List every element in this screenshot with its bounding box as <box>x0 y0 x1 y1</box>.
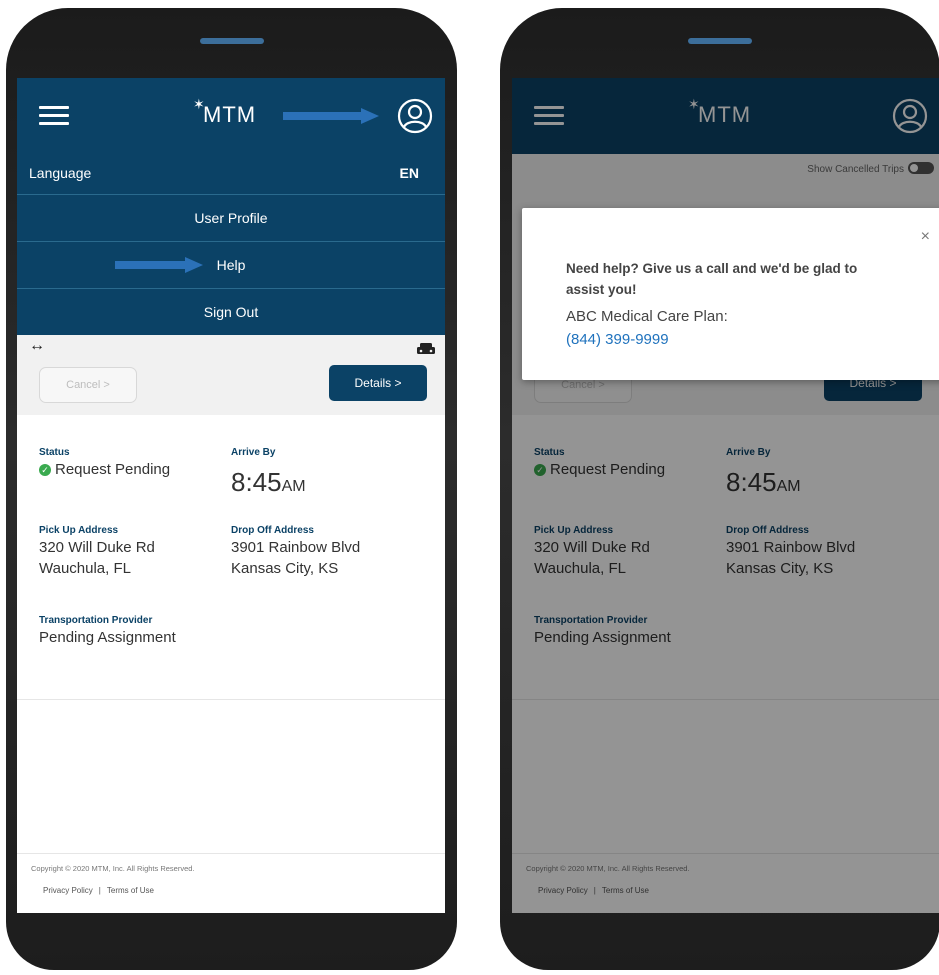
provider-value: Pending Assignment <box>39 629 176 646</box>
trip-actions-area: ↔ Cancel > Details > <box>17 335 445 415</box>
language-label: Language <box>29 165 92 181</box>
details-button[interactable]: Details > <box>329 365 427 401</box>
pickup-line1: 320 Will Duke Rd <box>39 539 155 556</box>
close-icon[interactable]: × <box>921 228 930 246</box>
arrive-by-time: 8:45AM <box>231 467 306 497</box>
phone-frame-left: ✶ MTM Language EN User Profile Help Sign… <box>6 8 457 970</box>
terms-of-use-link[interactable]: Terms of Use <box>107 886 154 895</box>
language-row[interactable]: Language EN <box>17 154 445 194</box>
mtm-logo: ✶ MTM <box>193 96 257 128</box>
copyright-text: Copyright © 2020 MTM, Inc. All Rights Re… <box>31 864 195 873</box>
swap-arrows-icon: ↔ <box>29 337 45 354</box>
arrive-by-label: Arrive By <box>231 447 276 458</box>
status-label: Status <box>39 447 70 458</box>
footer-links: Privacy Policy | Terms of Use <box>43 886 154 895</box>
check-circle-icon: ✓ <box>39 464 51 476</box>
annotation-arrow-profile <box>283 108 379 124</box>
modal-backdrop[interactable] <box>512 78 939 913</box>
menu-item-sign-out[interactable]: Sign Out <box>17 288 445 335</box>
help-message: Need help? Give us a call and we'd be gl… <box>566 261 858 297</box>
help-modal: × Need help? Give us a call and we'd be … <box>522 208 939 380</box>
logo-mark-icon: ✶ <box>193 96 206 112</box>
phone-speaker <box>688 38 752 44</box>
annotation-arrow-help <box>115 257 203 273</box>
language-value[interactable]: EN <box>400 165 419 181</box>
cancel-button[interactable]: Cancel > <box>39 367 137 403</box>
provider-label: Transportation Provider <box>39 615 153 626</box>
dropoff-line1: 3901 Rainbow Blvd <box>231 539 361 556</box>
car-icon <box>417 343 435 354</box>
hamburger-menu-icon[interactable] <box>39 106 69 126</box>
user-profile-icon[interactable] <box>397 98 433 134</box>
status-value: ✓ Request Pending <box>39 459 170 480</box>
phone-speaker <box>199 38 264 44</box>
plan-name: ABC Medical Care Plan: <box>566 308 728 325</box>
dropoff-label: Drop Off Address <box>231 525 314 536</box>
app-header: ✶ MTM <box>17 78 445 154</box>
screen-right: ✶ MTM Show Cancelled Trips Cancel > Deta… <box>512 78 939 913</box>
logo-text: MTM <box>203 102 257 127</box>
phone-frame-right: ✶ MTM Show Cancelled Trips Cancel > Deta… <box>500 8 939 970</box>
trip-card: Status ✓ Request Pending Arrive By 8:45AM… <box>17 415 445 700</box>
footer: Copyright © 2020 MTM, Inc. All Rights Re… <box>17 853 445 913</box>
menu-item-help[interactable]: Help <box>17 241 445 288</box>
screen-left: ✶ MTM Language EN User Profile Help Sign… <box>17 78 445 913</box>
dropoff-line2: Kansas City, KS <box>231 560 339 577</box>
phone-number-link[interactable]: (844) 399-9999 <box>566 331 669 348</box>
pickup-line2: Wauchula, FL <box>39 560 131 577</box>
privacy-policy-link[interactable]: Privacy Policy <box>43 886 93 895</box>
menu-item-user-profile[interactable]: User Profile <box>17 194 445 241</box>
pickup-label: Pick Up Address <box>39 525 119 536</box>
menu-item-help-label: Help <box>216 257 246 273</box>
